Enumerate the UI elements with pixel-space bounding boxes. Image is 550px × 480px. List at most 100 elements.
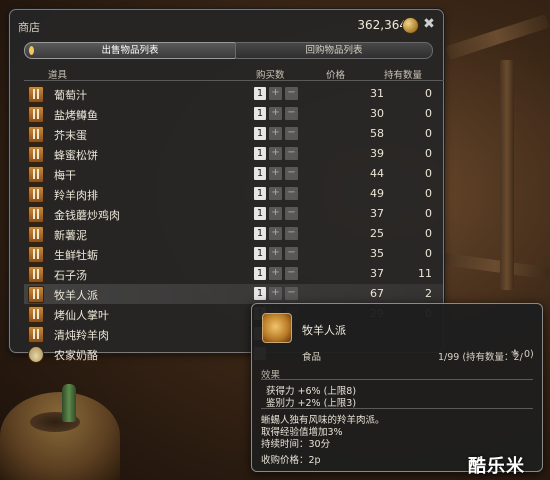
tab-active-marker — [29, 46, 34, 55]
list-item[interactable]: 蜂蜜松饼 1 + − 39 0 — [24, 144, 444, 164]
minus-button[interactable]: − — [285, 107, 298, 120]
quantity-field[interactable]: 1 — [254, 107, 266, 120]
list-item[interactable]: 盐烤鳟鱼 1 + − 30 0 — [24, 104, 444, 124]
item-price: 35 — [370, 247, 384, 260]
tab-buyback-list[interactable]: 回购物品列表 — [235, 42, 433, 59]
item-owned: 0 — [425, 147, 432, 160]
quantity-field[interactable]: 1 — [254, 127, 266, 140]
column-header-item: 道具 — [48, 70, 68, 81]
item-name: 梅干 — [54, 169, 76, 182]
tab-sell-label: 出售物品列表 — [101, 45, 159, 56]
list-item[interactable]: 梅干 1 + − 44 0 — [24, 164, 444, 184]
pie-icon — [262, 313, 292, 343]
item-owned: 0 — [425, 127, 432, 140]
cutlery-icon — [28, 206, 44, 223]
item-name: 蜂蜜松饼 — [54, 149, 98, 162]
item-name: 羚羊肉排 — [54, 189, 98, 202]
minus-button[interactable]: − — [285, 187, 298, 200]
item-price: 49 — [370, 187, 384, 200]
tooltip-item-name: 牧羊人派 — [302, 324, 346, 337]
plus-button[interactable]: + — [269, 247, 282, 260]
quantity-field[interactable]: 1 — [254, 147, 266, 160]
gil-amount: 362,364 — [357, 18, 407, 32]
minus-button[interactable]: − — [285, 227, 298, 240]
background-bottle — [62, 384, 76, 422]
list-item[interactable]: 芥末蛋 1 + − 58 0 — [24, 124, 444, 144]
cutlery-icon — [28, 326, 44, 343]
item-price: 67 — [370, 287, 384, 300]
column-header-price: 价格 — [326, 70, 346, 81]
quantity-field[interactable]: 1 — [254, 207, 266, 220]
cheese-icon — [28, 346, 44, 363]
header-divider — [24, 80, 444, 81]
list-item[interactable]: 石子汤 1 + − 37 11 — [24, 264, 444, 284]
item-owned: 2 — [425, 287, 432, 300]
item-name: 新薯泥 — [54, 229, 87, 242]
cutlery-icon — [28, 306, 44, 323]
background-beam — [445, 14, 550, 60]
quantity-field[interactable]: 1 — [254, 287, 266, 300]
item-name: 金钱蘑炒鸡肉 — [54, 209, 120, 222]
cutlery-icon — [28, 246, 44, 263]
list-item[interactable]: 金钱蘑炒鸡肉 1 + − 37 0 — [24, 204, 444, 224]
close-icon[interactable]: ✖ — [421, 16, 437, 32]
minus-button[interactable]: − — [285, 167, 298, 180]
tab-sell-list[interactable]: 出售物品列表 — [24, 42, 236, 59]
cutlery-icon — [28, 286, 44, 303]
list-item[interactable]: 葡萄汁 1 + − 31 0 — [24, 84, 444, 104]
item-tooltip: 牧羊人派 食品 1/99 (持有数量：2/ ⚜ 0) 效果 获得力 +6% (上… — [251, 303, 543, 472]
quantity-field[interactable]: 1 — [254, 87, 266, 100]
plus-button[interactable]: + — [269, 87, 282, 100]
item-owned: 11 — [418, 267, 432, 280]
background-barrel — [0, 392, 120, 480]
plus-button[interactable]: + — [269, 267, 282, 280]
cutlery-icon — [28, 226, 44, 243]
item-owned: 0 — [425, 227, 432, 240]
tooltip-divider — [261, 408, 533, 409]
tooltip-category: 食品 — [302, 352, 322, 363]
item-name: 牧羊人派 — [54, 289, 98, 302]
item-price: 25 — [370, 227, 384, 240]
tooltip-effect: 鉴别力 +2% (上限3) — [266, 398, 357, 409]
minus-button[interactable]: − — [285, 207, 298, 220]
item-price: 37 — [370, 267, 384, 280]
item-owned: 0 — [425, 87, 432, 100]
list-item[interactable]: 新薯泥 1 + − 25 0 — [24, 224, 444, 244]
quantity-field[interactable]: 1 — [254, 167, 266, 180]
list-item-selected[interactable]: 牧羊人派 1 + − 67 2 — [24, 284, 444, 304]
minus-button[interactable]: − — [285, 287, 298, 300]
tooltip-divider — [261, 379, 533, 380]
item-name: 生鲜牡蛎 — [54, 249, 98, 262]
tooltip-stack-tail: 0) — [524, 349, 534, 360]
column-header-owned: 持有数量 — [384, 70, 423, 81]
plus-button[interactable]: + — [269, 147, 282, 160]
quantity-field[interactable]: 1 — [254, 267, 266, 280]
item-price: 31 — [370, 87, 384, 100]
tooltip-sell-price: 收购价格：2p — [261, 455, 321, 466]
plus-button[interactable]: + — [269, 187, 282, 200]
item-owned: 0 — [425, 107, 432, 120]
item-name: 农家奶酪 — [54, 349, 98, 362]
plus-button[interactable]: + — [269, 127, 282, 140]
minus-button[interactable]: − — [285, 87, 298, 100]
minus-button[interactable]: − — [285, 147, 298, 160]
plus-button[interactable]: + — [269, 167, 282, 180]
quantity-field[interactable]: 1 — [254, 227, 266, 240]
item-price: 44 — [370, 167, 384, 180]
cutlery-icon — [28, 186, 44, 203]
plus-button[interactable]: + — [269, 107, 282, 120]
minus-button[interactable]: − — [285, 127, 298, 140]
quantity-field[interactable]: 1 — [254, 247, 266, 260]
plus-button[interactable]: + — [269, 207, 282, 220]
list-item[interactable]: 羚羊肉排 1 + − 49 0 — [24, 184, 444, 204]
plus-button[interactable]: + — [269, 227, 282, 240]
quantity-field[interactable]: 1 — [254, 187, 266, 200]
item-name: 石子汤 — [54, 269, 87, 282]
minus-button[interactable]: − — [285, 247, 298, 260]
tooltip-description: 持续时间：30分 — [261, 439, 331, 450]
list-item[interactable]: 生鲜牡蛎 1 + − 35 0 — [24, 244, 444, 264]
minus-button[interactable]: − — [285, 267, 298, 280]
shop-window: 商店 362,364 ✖ 出售物品列表 回购物品列表 道具 购买数 价格 持有数… — [9, 9, 444, 363]
item-price: 58 — [370, 127, 384, 140]
plus-button[interactable]: + — [269, 287, 282, 300]
